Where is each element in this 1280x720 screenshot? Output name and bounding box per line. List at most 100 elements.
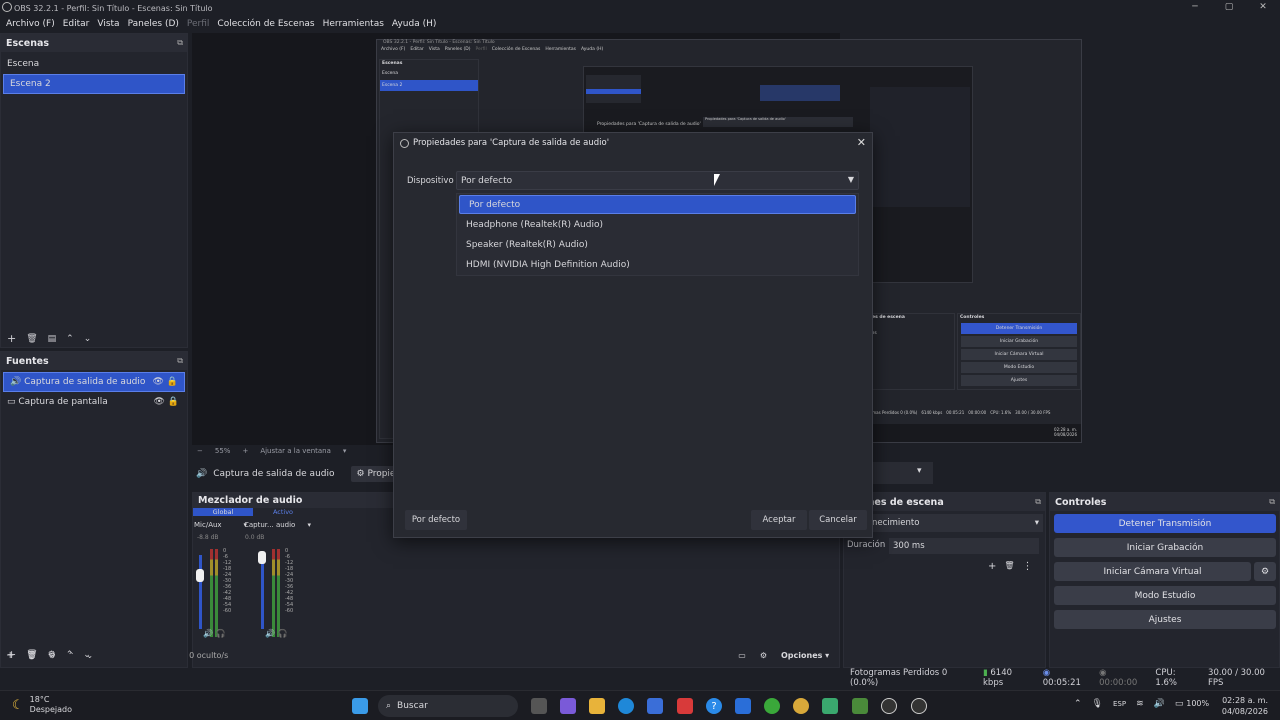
virtual-camera-settings-button[interactable]: ⚙ [1254,562,1276,581]
menu-ayuda[interactable]: Ayuda (H) [392,19,436,29]
copilot-icon[interactable] [560,698,576,714]
edge-icon[interactable] [618,698,634,714]
source-item[interactable]: ▭ Captura de pantalla 👁 🔒 [1,392,187,412]
menu-coleccion[interactable]: Colección de Escenas [217,19,314,29]
nested-ctrl-4: Ajustes [961,375,1077,386]
mic-icon[interactable]: 🎙 [1092,699,1103,709]
cancel-button[interactable]: Cancelar [809,510,867,530]
transition-select[interactable]: necimiento ▾ [868,514,1043,532]
file-explorer-icon[interactable] [589,698,605,714]
trash-icon[interactable]: 🗑 [1004,561,1014,572]
source-item-selected[interactable]: 🔊 Captura de salida de audio 👁 🔒 [3,372,185,392]
undock-icon[interactable]: ⧉ [177,38,183,48]
advanced-audio-icon[interactable]: ⚙ [760,651,767,660]
add-source-icon[interactable]: + [6,650,14,661]
defaults-button[interactable]: Por defecto [405,510,467,530]
headphone-icon[interactable]: 🎧 [278,629,288,638]
device-option[interactable]: Headphone (Realtek(R) Audio) [457,215,858,235]
move-down-icon[interactable]: ⌄ [86,651,93,660]
app-red-icon[interactable] [677,698,693,714]
start-virtual-camera-button[interactable]: Iniciar Cámara Virtual [1054,562,1251,581]
app-green-icon[interactable] [822,698,838,714]
minecraft-icon[interactable] [852,698,868,714]
visibility-eye-icon[interactable]: 👁 [152,377,163,387]
volume-handle[interactable] [258,551,266,564]
device-option-selected[interactable]: Por defecto [459,195,856,214]
device-option[interactable]: HDMI (NVIDIA High Definition Audio) [457,255,858,275]
menu-vista[interactable]: Vista [97,19,119,29]
search-box[interactable]: ⌕ Buscar [378,695,518,717]
mute-speaker-icon[interactable]: 🔊 [203,629,213,638]
obs-taskbar-icon-2[interactable] [911,698,927,714]
menu-archivo[interactable]: Archivo (F) [6,19,55,29]
clock[interactable]: 02:28 a. m. 04/08/2026 [1222,695,1268,717]
layout-icon[interactable]: ▭ [738,651,746,660]
add-transition-icon[interactable]: + [988,561,996,572]
add-scene-icon[interactable]: + [7,332,16,345]
store-icon[interactable] [647,698,663,714]
studio-mode-button[interactable]: Modo Estudio [1054,586,1276,605]
move-up-icon[interactable]: ⌃ [66,334,74,344]
close-button[interactable]: ✕ [1246,0,1280,14]
maximize-button[interactable]: ▢ [1212,0,1246,14]
move-up-icon[interactable]: ⌃ [68,651,75,660]
minimize-button[interactable]: ─ [1178,0,1212,14]
help-icon[interactable]: ? [706,698,722,714]
undock-icon[interactable]: ⧉ [1269,497,1275,507]
undock-icon[interactable]: ⧉ [1035,497,1041,507]
duration-input[interactable]: 300 ms [889,538,1039,554]
mixer-tab-global[interactable]: Global [193,508,253,516]
ok-button[interactable]: Aceptar [751,510,807,530]
menu-herramientas[interactable]: Herramientas [323,19,384,29]
chevron-down-icon[interactable]: ▾ [343,447,347,455]
menu-paneles[interactable]: Paneles (D) [128,19,179,29]
scene-item[interactable]: Escena [1,54,187,74]
mail-icon[interactable] [735,698,751,714]
dialog-close-icon[interactable]: ✕ [857,136,866,149]
lang-indicator[interactable]: ESP [1113,700,1126,708]
trash-icon[interactable]: 🗑 [26,651,36,660]
remove-scene-icon[interactable]: 🗑 [26,334,37,344]
task-view-icon[interactable] [531,698,547,714]
device-select[interactable]: Por defecto ▼ [456,171,859,190]
headphone-icon[interactable]: 🎧 [216,629,226,638]
battery-icon[interactable]: ▭ [1175,699,1184,709]
chevron-down-icon[interactable]: ▾ [917,466,922,476]
gear-icon[interactable]: ⚙ [49,651,56,660]
zoom-in-button[interactable]: + [242,447,248,455]
wifi-icon[interactable]: ≋ [1136,699,1144,709]
options-button[interactable]: Opciones ▾ [781,651,829,660]
more-options-icon[interactable]: ⋮ [1023,561,1033,572]
mixer-tab-active[interactable]: Activo [253,508,313,516]
settings-button[interactable]: Ajustes [1054,610,1276,629]
mute-speaker-icon[interactable]: 🔊 [265,629,275,638]
device-option[interactable]: Speaker (Realtek(R) Audio) [457,235,858,255]
start-windows-icon[interactable] [352,698,368,714]
volume-handle[interactable] [196,569,204,582]
xbox-icon[interactable] [764,698,780,714]
obs-taskbar-icon[interactable] [881,698,897,714]
scene-item-selected[interactable]: Escena 2 [3,74,185,94]
chrome-icon[interactable] [793,698,809,714]
visibility-eye-icon[interactable]: 👁 [153,397,164,407]
stop-stream-button[interactable]: Detener Transmisión [1054,514,1276,533]
move-down-icon[interactable]: ⌄ [84,334,92,344]
title-bar: OBS 32.2.1 - Perfil: Sin Título - Escena… [0,0,1280,16]
tray-chevron-icon[interactable]: ⌃ [1074,699,1082,709]
weather-widget[interactable]: ☾ 18°C Despejado [12,695,72,715]
scene-filters-icon[interactable]: ▤ [48,334,57,344]
volume-icon[interactable]: 🔊 [1154,699,1165,709]
start-recording-button[interactable]: Iniciar Grabación [1054,538,1276,557]
volume-slider[interactable] [261,555,264,629]
undock-icon[interactable]: ⧉ [177,356,183,366]
lock-icon[interactable]: 🔒 [167,377,178,387]
zoom-out-button[interactable]: − [197,447,203,455]
fit-window-select[interactable]: Ajustar a la ventana [260,447,331,455]
stream-time: 00:05:21 [1042,678,1081,688]
menu-editar[interactable]: Editar [63,19,90,29]
volume-slider[interactable] [199,555,202,629]
bitrate: 6140 kbps [983,668,1013,688]
menu-perfil[interactable]: Perfil [187,19,210,29]
lock-icon[interactable]: 🔒 [168,397,179,407]
chevron-down-icon[interactable]: ▾ [307,521,311,529]
